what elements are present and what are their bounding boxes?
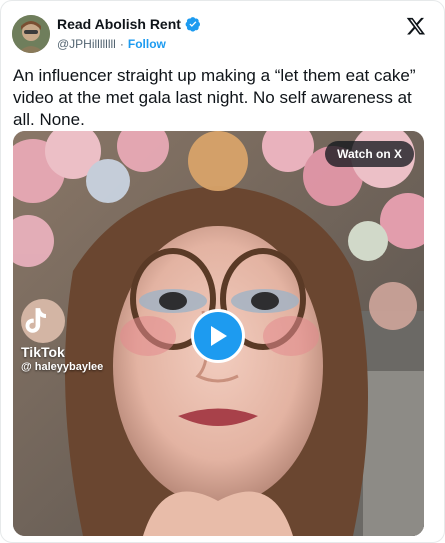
video-media[interactable]: Watch on X TikTok @ haleyybaylee	[13, 131, 424, 536]
play-button[interactable]	[191, 309, 245, 363]
separator-dot: ·	[119, 37, 124, 51]
follow-button[interactable]: Follow	[128, 37, 166, 51]
tiktok-watermark: TikTok @ haleyybaylee	[21, 307, 103, 373]
tiktok-icon	[25, 308, 46, 333]
watch-on-x-button[interactable]: Watch on X	[325, 141, 414, 167]
play-icon	[211, 326, 227, 346]
avatar-image	[12, 15, 50, 53]
author-handle[interactable]: @JPHillllllll	[57, 37, 116, 51]
tweet-card: Read Abolish Rent @JPHillllllll · Follow…	[0, 0, 445, 543]
verified-badge-icon	[185, 17, 200, 32]
tweet-text: An influencer straight up making a “let …	[13, 66, 416, 129]
handle-row: @JPHillllllll · Follow	[57, 37, 166, 51]
author-name[interactable]: Read Abolish Rent	[57, 16, 181, 32]
x-logo-icon[interactable]	[406, 16, 426, 36]
tiktok-brand: TikTok	[21, 344, 65, 360]
avatar[interactable]	[12, 15, 50, 53]
author-name-row[interactable]: Read Abolish Rent	[57, 16, 201, 32]
tiktok-username: @ haleyybaylee	[21, 361, 104, 373]
